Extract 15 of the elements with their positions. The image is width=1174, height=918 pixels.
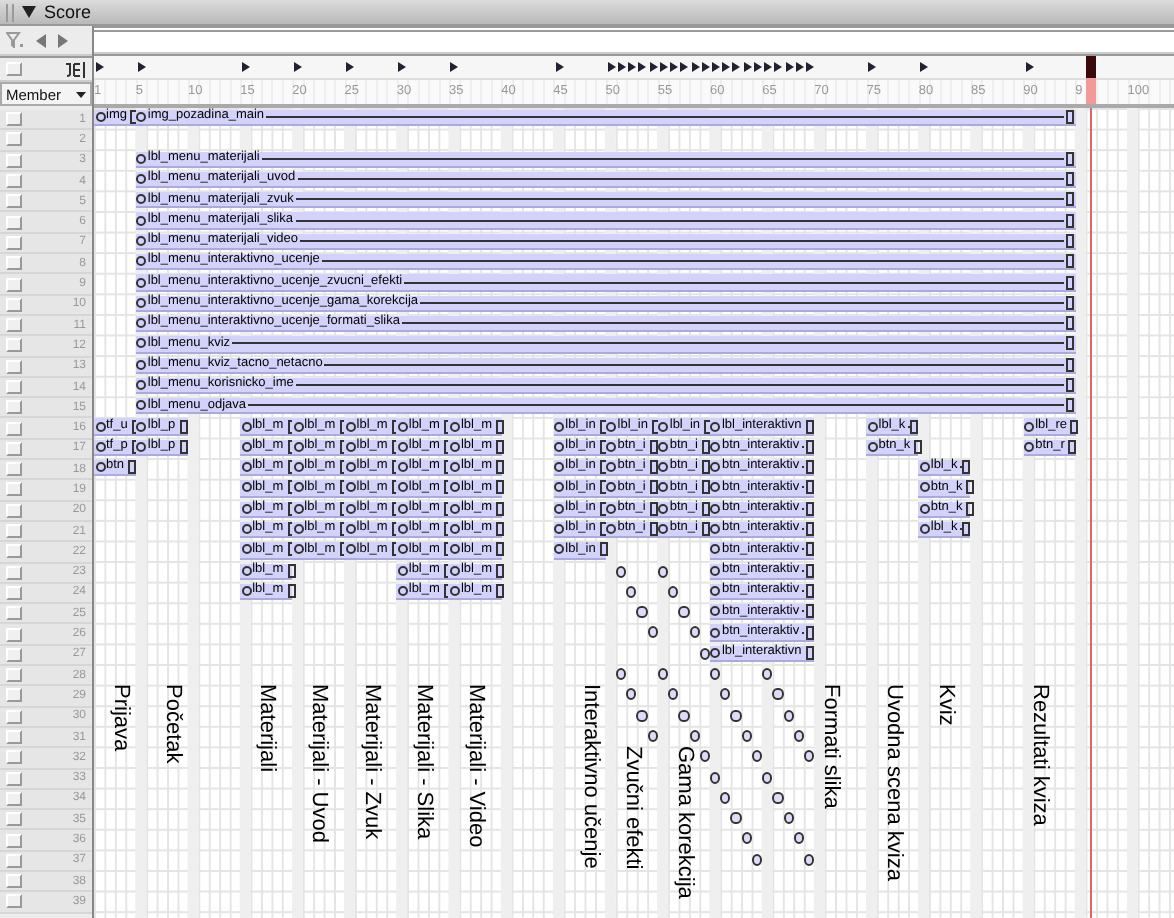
section-label: Materijali <box>255 684 278 773</box>
section-label: Uvodna scena kviza <box>881 684 904 882</box>
section-label: Zvučni efekti <box>620 746 643 871</box>
section-label: Gama korekcija <box>672 746 695 900</box>
section-label: Rezultati kviza <box>1027 684 1050 827</box>
section-label: Kviz <box>933 684 956 727</box>
section-label: Interaktivno učenje <box>578 684 601 870</box>
section-label: Materijali - Zvuk <box>359 684 382 841</box>
window-title: Score <box>44 2 92 22</box>
section-label: Materijali - Uvod <box>307 684 330 844</box>
section-label: Materijali - Slika <box>411 684 434 841</box>
section-label: Formati slika <box>819 684 841 810</box>
section-label: Početak <box>161 684 184 765</box>
section-label: Materijali - Video <box>464 684 487 849</box>
section-label: Prijava <box>109 684 132 753</box>
